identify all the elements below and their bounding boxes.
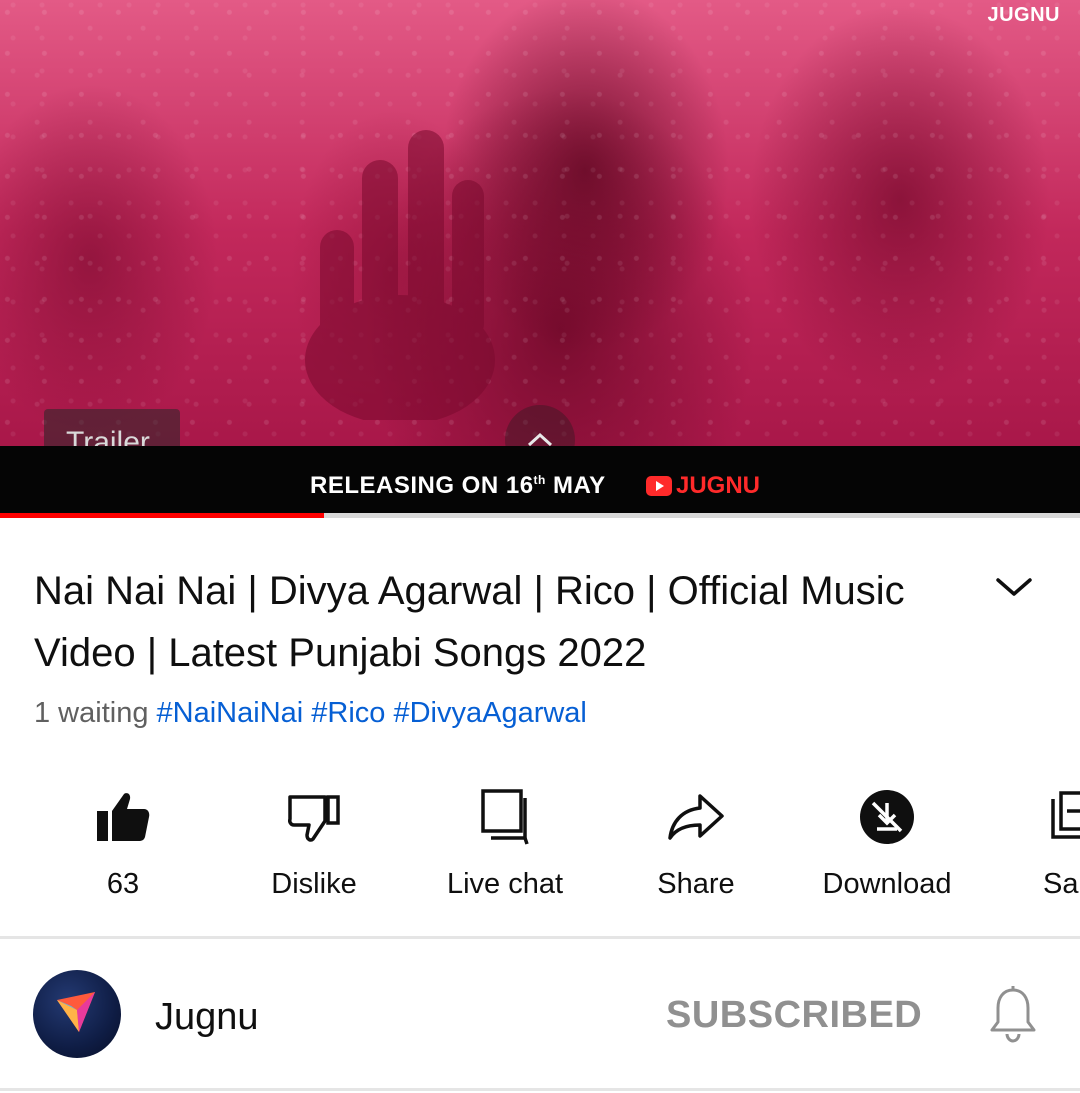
banner-brand-label: JUGNU xyxy=(676,472,761,499)
release-text: RELEASING ON 16th MAY xyxy=(310,472,606,500)
share-arrow-icon xyxy=(668,794,724,840)
download-button[interactable]: Download xyxy=(802,786,972,901)
live-chat-button[interactable]: Live chat xyxy=(420,786,590,901)
release-text-main: RELEASING ON 16 xyxy=(310,472,534,499)
video-player[interactable]: JUGNU Trailer RELEASING ON 16th MAY JUGN… xyxy=(0,0,1080,518)
notification-bell-button[interactable] xyxy=(986,984,1040,1044)
like-count: 63 xyxy=(106,868,140,900)
save-playlist-icon xyxy=(1051,791,1080,839)
waiting-count: 1 waiting xyxy=(34,697,149,729)
dislike-label: Dislike xyxy=(271,868,357,900)
dislike-button[interactable]: Dislike xyxy=(229,786,399,901)
chevron-down-icon xyxy=(996,578,1032,596)
progress-bar[interactable] xyxy=(0,513,1080,518)
release-text-suffix: th xyxy=(533,473,546,487)
release-text-month: MAY xyxy=(553,472,606,499)
jugnu-logo-icon xyxy=(57,992,95,1032)
channel-watermark: JUGNU xyxy=(987,4,1060,26)
video-meta: 1 waiting #NaiNaiNai #Rico #DivyaAgarwal xyxy=(34,697,587,730)
save-button[interactable]: Sa xyxy=(993,786,1080,901)
share-label: Share xyxy=(657,868,735,900)
video-frame-hand xyxy=(305,130,495,420)
share-button[interactable]: Share xyxy=(611,786,781,901)
download-disabled-icon xyxy=(860,790,914,844)
download-label: Download xyxy=(822,868,952,900)
video-title[interactable]: Nai Nai Nai | Divya Agarwal | Rico | Off… xyxy=(34,560,914,684)
youtube-play-icon xyxy=(646,476,672,496)
live-chat-label: Live chat xyxy=(446,868,564,900)
bottom-divider xyxy=(0,1088,1080,1091)
hashtags-link[interactable]: #NaiNaiNai #Rico #DivyaAgarwal xyxy=(157,697,587,729)
chat-icon xyxy=(481,789,529,845)
like-button[interactable]: 63 xyxy=(38,786,208,901)
channel-name[interactable]: Jugnu xyxy=(155,996,259,1039)
thumbs-up-filled-icon xyxy=(97,793,150,841)
channel-avatar[interactable] xyxy=(33,970,121,1058)
expand-description-button[interactable] xyxy=(990,566,1038,606)
thumbs-down-icon xyxy=(288,795,340,842)
bell-icon xyxy=(990,986,1036,1043)
banner-brand: JUGNU xyxy=(646,472,760,500)
progress-fill xyxy=(0,513,324,518)
section-divider xyxy=(0,936,1080,939)
subscribed-button[interactable]: SUBSCRIBED xyxy=(666,994,922,1037)
save-label: Sa xyxy=(1043,868,1079,900)
